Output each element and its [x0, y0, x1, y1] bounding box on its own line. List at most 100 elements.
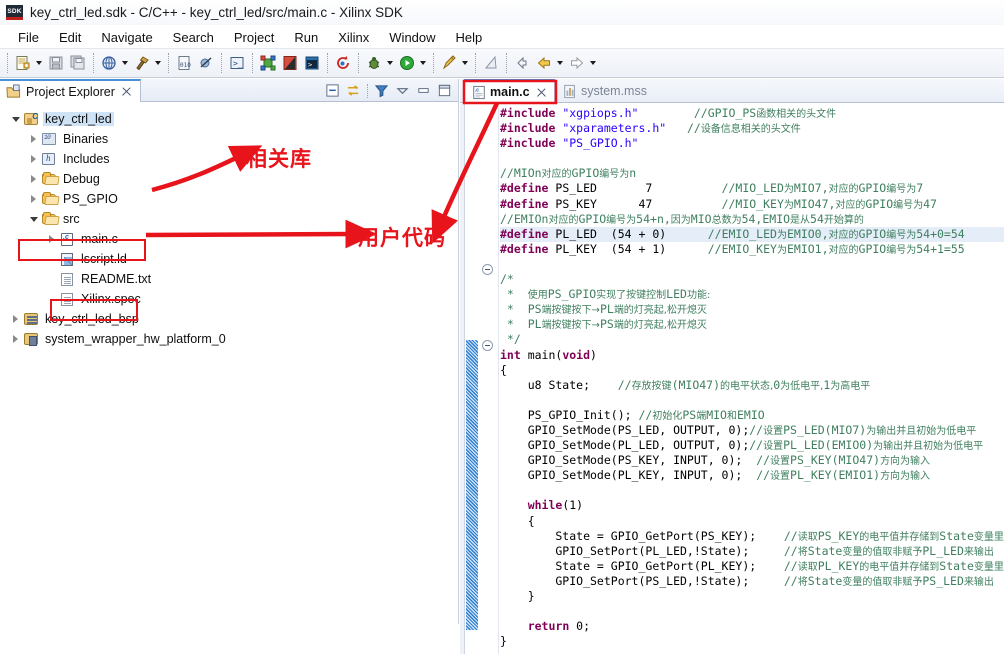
- run-icon[interactable]: [397, 53, 417, 73]
- forward-arrow-icon[interactable]: [567, 53, 587, 73]
- code-line[interactable]: //EMIOn对应的GPIO编号为54+n,因为MIO总数为54,EMIO是从5…: [500, 212, 1004, 227]
- tree-item-key-ctrl-led[interactable]: key_ctrl_led: [0, 109, 458, 129]
- code-line[interactable]: u8 State; //存放按键(MIO47)的电平状态,0为低电平,1为高电平: [500, 378, 1004, 393]
- hammer-icon[interactable]: [132, 53, 152, 73]
- close-icon[interactable]: [121, 86, 132, 97]
- code-line[interactable]: #define PS_LED 7 //MIO_LED为MIO7,对应的GPIO编…: [500, 181, 1004, 196]
- code-line[interactable]: */: [500, 332, 1004, 347]
- menu-file[interactable]: File: [8, 28, 49, 47]
- minimize-icon[interactable]: [414, 81, 433, 100]
- fold-toggle-main-function[interactable]: [482, 340, 493, 351]
- editor-folding-column[interactable]: [479, 104, 499, 654]
- tab-project-explorer[interactable]: Project Explorer: [0, 79, 141, 102]
- code-line[interactable]: #define PS_KEY 47 //MIO_KEY为MIO47,对应的GPI…: [500, 197, 1004, 212]
- code-line[interactable]: return 0;: [500, 619, 1004, 634]
- view-menu-icon[interactable]: [393, 81, 412, 100]
- prev-annotation-icon[interactable]: [512, 53, 532, 73]
- code-line[interactable]: [500, 393, 1004, 408]
- forward-dropdown-icon[interactable]: [588, 53, 597, 73]
- menu-help[interactable]: Help: [446, 28, 493, 47]
- bug-dropdown-icon[interactable]: [385, 53, 394, 73]
- back-arrow-icon[interactable]: [534, 53, 554, 73]
- code-line[interactable]: * PS端按键按下→PL端的灯亮起,松开熄灭: [500, 302, 1004, 317]
- program-fpga-icon[interactable]: [258, 53, 278, 73]
- code-line[interactable]: }: [500, 589, 1004, 604]
- code-line[interactable]: [500, 604, 1004, 619]
- skip-breakpoints-icon[interactable]: [196, 53, 216, 73]
- boot-image-icon[interactable]: [280, 53, 300, 73]
- chevron-closed-icon[interactable]: [26, 169, 41, 189]
- tree-item-binaries[interactable]: Binaries: [0, 129, 458, 149]
- code-line[interactable]: /*: [500, 272, 1004, 287]
- code-line[interactable]: State = GPIO_GetPort(PS_KEY); //读取PS_KEY…: [500, 529, 1004, 544]
- terminal-icon[interactable]: >_: [227, 53, 247, 73]
- tree-item-readme-txt[interactable]: README.txt: [0, 269, 458, 289]
- shell-icon[interactable]: >: [302, 53, 322, 73]
- chevron-closed-icon[interactable]: [8, 309, 23, 329]
- code-line[interactable]: GPIO_SetMode(PS_LED, OUTPUT, 0);//设置PS_L…: [500, 423, 1004, 438]
- tree-item-system-wrapper-hw-platform-0[interactable]: system_wrapper_hw_platform_0: [0, 329, 458, 349]
- source-code[interactable]: #include "xgpiops.h" //GPIO_PS函数相关的头文件 #i…: [500, 104, 1004, 654]
- code-line[interactable]: State = GPIO_GetPort(PL_KEY); //读取PL_KEY…: [500, 559, 1004, 574]
- maximize-icon[interactable]: [435, 81, 454, 100]
- menu-project[interactable]: Project: [224, 28, 284, 47]
- binary-file-icon[interactable]: 010: [174, 53, 194, 73]
- code-line[interactable]: {: [500, 363, 1004, 378]
- fold-toggle-block-comment[interactable]: [482, 264, 493, 275]
- tree-item-xilinx-spec[interactable]: Xilinx.spec: [0, 289, 458, 309]
- code-line[interactable]: int main(void): [500, 348, 1004, 363]
- new-file-icon[interactable]: [13, 53, 33, 73]
- hammer-dropdown-icon[interactable]: [153, 53, 162, 73]
- tree-item-ps-gpio[interactable]: PS_GPIO: [0, 189, 458, 209]
- link-with-editor-icon[interactable]: [344, 81, 363, 100]
- code-line[interactable]: GPIO_SetMode(PL_KEY, INPUT, 0); //设置PL_K…: [500, 468, 1004, 483]
- code-line[interactable]: {: [500, 514, 1004, 529]
- tab-main-c[interactable]: .c main.c: [464, 79, 555, 103]
- code-line[interactable]: * PL端按键按下→PS端的灯亮起,松开熄灭: [500, 317, 1004, 332]
- tree-item-key-ctrl-led-bsp[interactable]: key_ctrl_led_bsp: [0, 309, 458, 329]
- tree-item-lscript-ld[interactable]: lscript.ld: [0, 249, 458, 269]
- code-line[interactable]: #define PL_LED (54 + 0) //EMIO_LED为EMIO0…: [500, 226, 1004, 242]
- menu-xilinx[interactable]: Xilinx: [328, 28, 379, 47]
- menu-search[interactable]: Search: [163, 28, 224, 47]
- build-target-icon[interactable]: [99, 53, 119, 73]
- tab-system-mss[interactable]: system.mss: [556, 79, 654, 103]
- code-line[interactable]: [500, 151, 1004, 166]
- save-all-icon[interactable]: [68, 53, 88, 73]
- chevron-open-icon[interactable]: [26, 209, 41, 229]
- bug-icon[interactable]: [364, 53, 384, 73]
- build-target-dropdown-icon[interactable]: [120, 53, 129, 73]
- code-line[interactable]: GPIO_SetMode(PL_LED, OUTPUT, 0);//设置PL_L…: [500, 438, 1004, 453]
- save-icon[interactable]: [46, 53, 66, 73]
- filter-icon[interactable]: [372, 81, 391, 100]
- code-line[interactable]: GPIO_SetMode(PS_KEY, INPUT, 0); //设置PS_K…: [500, 453, 1004, 468]
- tree-item-debug[interactable]: Debug: [0, 169, 458, 189]
- code-line[interactable]: PS_GPIO_Init(); //初始化PS端MIO和EMIO: [500, 408, 1004, 423]
- close-icon[interactable]: [536, 87, 547, 98]
- code-line[interactable]: #include "PS_GPIO.h": [500, 136, 1004, 151]
- code-line[interactable]: #define PL_KEY (54 + 1) //EMIO_KEY为EMIO1…: [500, 242, 1004, 257]
- code-line[interactable]: //MIOn对应的GPIO编号为n: [500, 166, 1004, 181]
- refresh-icon[interactable]: [333, 53, 353, 73]
- chevron-open-icon[interactable]: [8, 109, 23, 129]
- back-dropdown-icon[interactable]: [555, 53, 564, 73]
- code-line[interactable]: }: [500, 634, 1004, 649]
- menu-run[interactable]: Run: [284, 28, 328, 47]
- code-line[interactable]: [500, 257, 1004, 272]
- code-line[interactable]: #include "xparameters.h" //设备信息相关的头文件: [500, 121, 1004, 136]
- external-tools-icon[interactable]: [439, 53, 459, 73]
- external-tools-dropdown-icon[interactable]: [460, 53, 469, 73]
- chevron-closed-icon[interactable]: [26, 149, 41, 169]
- chevron-closed-icon[interactable]: [26, 189, 41, 209]
- code-line[interactable]: while(1): [500, 498, 1004, 513]
- ruler-icon[interactable]: [481, 53, 501, 73]
- code-line[interactable]: GPIO_SetPort(PS_LED,!State); //将State变量的…: [500, 574, 1004, 589]
- code-line[interactable]: * 使用PS_GPIO实现了按键控制LED功能:: [500, 287, 1004, 302]
- chevron-closed-icon[interactable]: [26, 129, 41, 149]
- chevron-closed-icon[interactable]: [44, 229, 59, 249]
- code-line[interactable]: GPIO_SetPort(PL_LED,!State); //将State变量的…: [500, 544, 1004, 559]
- code-line[interactable]: [500, 483, 1004, 498]
- menu-window[interactable]: Window: [379, 28, 445, 47]
- collapse-all-icon[interactable]: [323, 81, 342, 100]
- menu-edit[interactable]: Edit: [49, 28, 91, 47]
